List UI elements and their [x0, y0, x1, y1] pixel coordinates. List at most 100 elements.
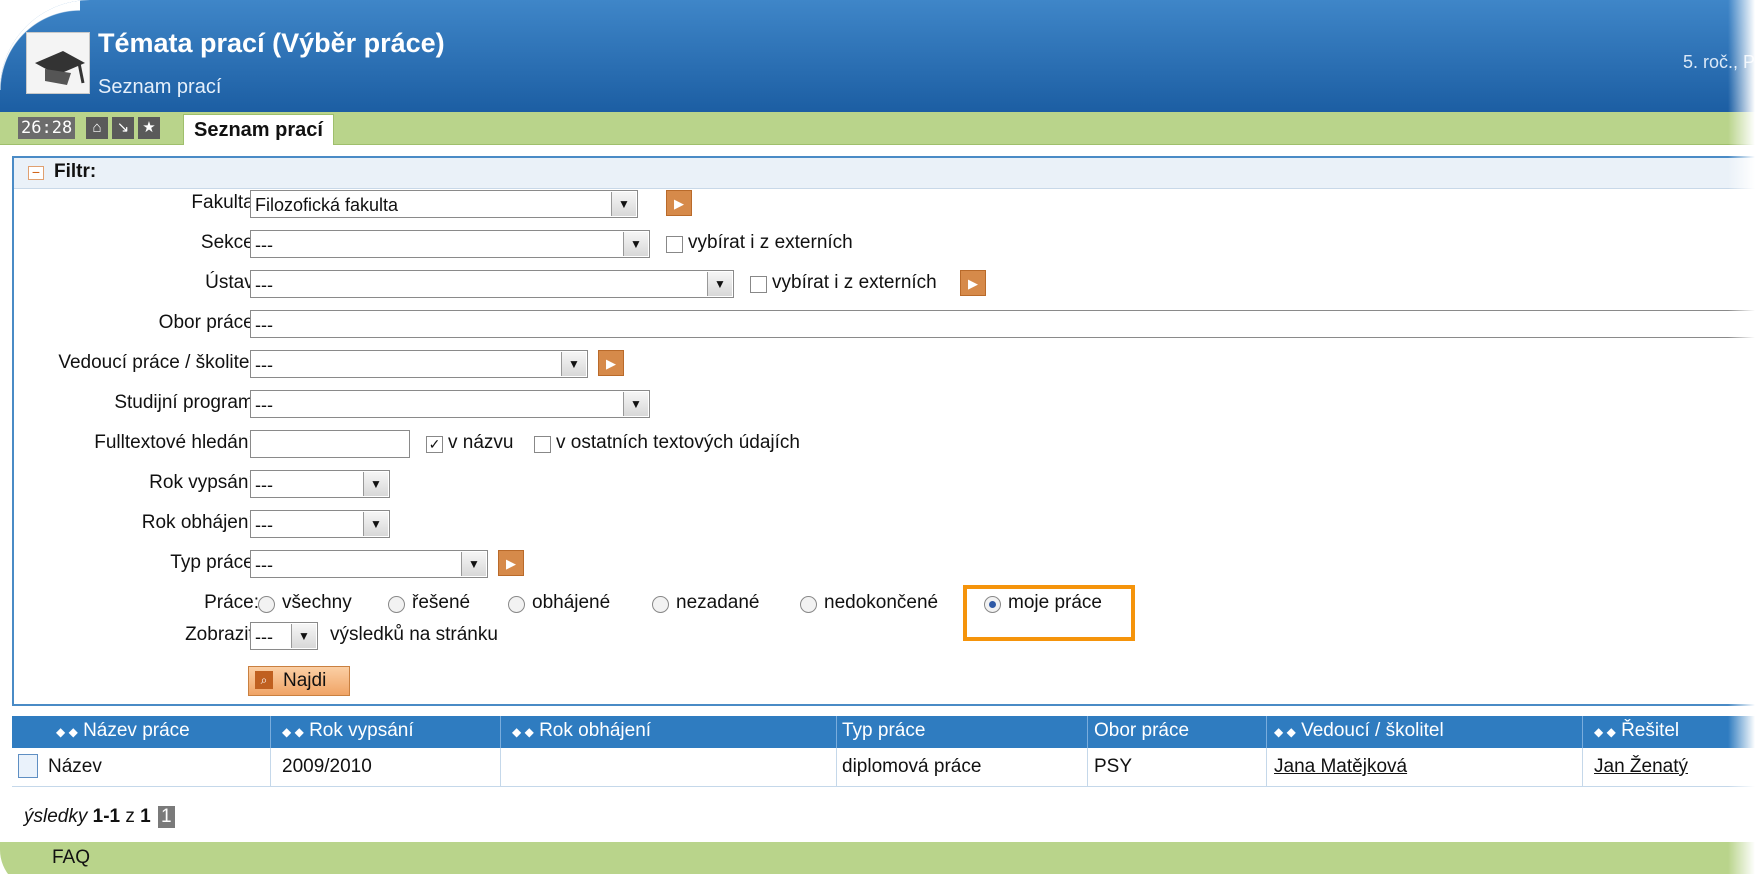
column-nazev-label: Název práce: [83, 720, 190, 741]
cell-obor: PSY: [1094, 756, 1133, 777]
column-rok-obhajeni-label: Rok obhájení: [539, 720, 652, 741]
pager-prefix: ýsledky: [24, 806, 88, 827]
radio-resene-label: řešené: [412, 592, 471, 613]
column-divider: [836, 716, 837, 748]
cell-vedouci: Jana Matějková: [1274, 756, 1407, 778]
row-obor: Obor práce: ---: [14, 308, 1755, 340]
cell-typ: diplomová práce: [842, 756, 982, 777]
zobrazit-label: Zobrazit:: [185, 624, 259, 645]
fulltext-input[interactable]: [250, 430, 410, 458]
user-info: 5. roč., P: [1682, 52, 1755, 72]
zobrazit-select[interactable]: --- ▼: [250, 622, 318, 650]
collapse-icon[interactable]: −: [28, 165, 44, 180]
session-timer: 26:28: [18, 117, 76, 139]
rok-obhajeni-value: ---: [255, 515, 273, 535]
najdi-label: Najdi: [283, 670, 327, 691]
vedouci-select[interactable]: --- ▼: [250, 350, 588, 378]
column-vedouci[interactable]: ◆ ◆ Vedoucí / školitel: [1274, 720, 1444, 742]
app-logo: [26, 32, 90, 94]
tab-seznam-praci[interactable]: Seznam prací: [183, 114, 334, 145]
rok-vypsani-select[interactable]: --- ▼: [250, 470, 390, 498]
app-window: Témata prací (Výběr práce) Seznam prací …: [0, 0, 1755, 890]
sort-icon: ◆ ◆: [512, 725, 534, 739]
document-icon[interactable]: [18, 754, 38, 778]
column-nazev[interactable]: ◆ ◆ Název práce: [56, 720, 190, 742]
obor-field[interactable]: ---: [250, 310, 1755, 338]
column-rok-vypsani[interactable]: ◆ ◆ Rok vypsání: [282, 720, 414, 742]
graduation-cap-icon: [35, 51, 85, 85]
vedouci-label: Vedoucí práce / školitel:: [58, 352, 259, 373]
chevron-down-icon: ▼: [363, 512, 388, 536]
row-zobrazit: Zobrazit: --- ▼ výsledků na stránku: [14, 620, 1755, 652]
chevron-down-icon: ▼: [707, 272, 732, 296]
sekce-external-checkbox[interactable]: [666, 236, 683, 253]
bookmark-arrow-icon[interactable]: ↘: [112, 117, 134, 139]
pager-of: z: [125, 806, 135, 827]
resitel-link[interactable]: Jan Ženatý: [1594, 756, 1688, 777]
rok-obhajeni-label: Rok obhájení:: [141, 512, 259, 533]
selection-highlight: [963, 585, 1135, 641]
column-divider: [1087, 748, 1088, 786]
radio-vsechny[interactable]: [258, 596, 275, 613]
ustav-value: ---: [255, 275, 273, 295]
sekce-select[interactable]: --- ▼: [250, 230, 650, 258]
rok-vypsani-value: ---: [255, 475, 273, 495]
radio-obhajene[interactable]: [508, 596, 525, 613]
vedouci-link[interactable]: Jana Matějková: [1274, 756, 1407, 777]
obor-label: Obor práce:: [158, 312, 259, 333]
column-resitel[interactable]: ◆ ◆ Řešitel: [1594, 720, 1679, 742]
faq-link[interactable]: FAQ: [52, 847, 90, 869]
in-title-label: v názvu: [448, 432, 514, 453]
chevron-down-icon: ▼: [623, 392, 648, 416]
app-header: Témata prací (Výběr práce) Seznam prací …: [0, 0, 1755, 112]
radio-nezadane[interactable]: [652, 596, 669, 613]
row-sekce: Sekce: --- ▼ vybírat i z externích: [14, 228, 1755, 260]
column-typ[interactable]: Typ práce: [842, 720, 925, 742]
column-rok-obhajeni[interactable]: ◆ ◆ Rok obhájení: [512, 720, 651, 742]
apply-arrow-icon[interactable]: ▶: [598, 350, 624, 376]
filter-header: − Filtr:: [14, 158, 1755, 189]
program-value: ---: [255, 395, 273, 415]
ustav-select[interactable]: --- ▼: [250, 270, 734, 298]
in-title-checkbox[interactable]: ✓: [426, 436, 443, 453]
radio-obhajene-label: obhájené: [532, 592, 611, 613]
page-button[interactable]: 1: [158, 806, 175, 828]
sort-icon: ◆ ◆: [56, 725, 78, 739]
apply-arrow-icon[interactable]: ▶: [666, 190, 692, 216]
home-icon[interactable]: ⌂: [86, 117, 108, 139]
cell-nazev: Název: [48, 756, 102, 777]
typ-select[interactable]: --- ▼: [250, 550, 488, 578]
radio-resene[interactable]: [388, 596, 405, 613]
rok-obhajeni-select[interactable]: --- ▼: [250, 510, 390, 538]
fakulta-value: Filozofická fakulta: [255, 195, 399, 215]
tab-bar: 26:28 ⌂ ↘ ★ Seznam prací: [0, 112, 1755, 145]
column-divider: [500, 748, 501, 786]
apply-arrow-icon[interactable]: ▶: [960, 270, 986, 296]
filter-title: Filtr:: [54, 161, 97, 182]
najdi-button[interactable]: ⌕ Najdi: [248, 666, 350, 696]
column-obor[interactable]: Obor práce: [1094, 720, 1189, 742]
cell-rok-vypsani: 2009/2010: [282, 756, 372, 777]
page-subtitle: Seznam prací: [98, 76, 222, 98]
row-vedouci: Vedoucí práce / školitel: --- ▼ ▶: [14, 348, 1755, 380]
in-other-checkbox[interactable]: [534, 436, 551, 453]
chevron-down-icon: ▼: [461, 552, 486, 576]
row-rok-vypsani: Rok vypsání: --- ▼: [14, 468, 1755, 500]
zobrazit-suffix: výsledků na stránku: [330, 624, 498, 645]
apply-arrow-icon[interactable]: ▶: [498, 550, 524, 576]
fakulta-select[interactable]: Filozofická fakulta ▼: [250, 190, 638, 218]
table-row[interactable]: Název 2009/2010 diplomová práce PSY Jana…: [12, 748, 1755, 787]
typ-value: ---: [255, 555, 273, 575]
ustav-external-checkbox[interactable]: [750, 276, 767, 293]
column-divider: [270, 716, 271, 748]
row-program: Studijní program: --- ▼: [14, 388, 1755, 420]
fulltext-label: Fulltextové hledání:: [94, 432, 259, 453]
chevron-down-icon: ▼: [623, 232, 648, 256]
program-select[interactable]: --- ▼: [250, 390, 650, 418]
radio-vsechny-label: všechny: [282, 592, 352, 613]
radio-nedokoncene[interactable]: [800, 596, 817, 613]
radio-nezadane-label: nezadané: [676, 592, 760, 613]
star-icon[interactable]: ★: [138, 117, 160, 139]
row-prace: Práce: všechny řešené obhájené nezadané …: [14, 588, 1755, 620]
chevron-down-icon: ▼: [561, 352, 586, 376]
